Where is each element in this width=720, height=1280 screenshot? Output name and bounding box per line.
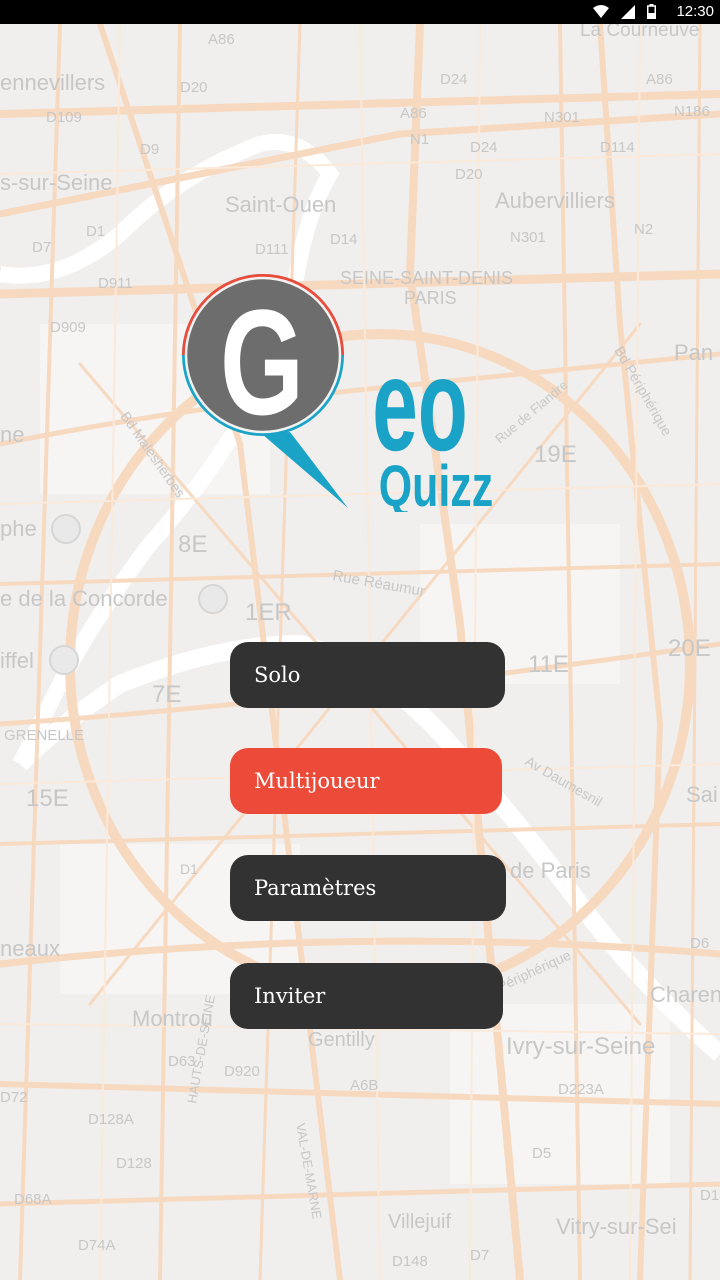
app-logo: G eo Quizz <box>180 272 500 519</box>
map-label: La Courneuve <box>580 24 699 41</box>
map-label: ennevillers <box>0 70 105 95</box>
map-label: N186 <box>674 103 710 120</box>
map-label: D109 <box>46 109 82 126</box>
map-label: iffel <box>0 648 34 673</box>
status-time: 12:30 <box>676 3 714 20</box>
invite-button-label: Inviter <box>254 984 326 1008</box>
map-label: 8E <box>178 531 207 558</box>
map-label: D920 <box>224 1063 260 1080</box>
status-icons <box>593 4 656 19</box>
map-label: Vitry-sur-Sei <box>556 1214 677 1239</box>
signal-icon <box>621 4 635 19</box>
map-label: 11E <box>528 651 569 678</box>
map-label: D68A <box>14 1191 52 1208</box>
map-label: D111 <box>255 241 289 258</box>
map-label: D9 <box>140 141 159 158</box>
map-label: D1 <box>180 861 198 877</box>
battery-icon <box>647 4 656 19</box>
solo-button[interactable]: Solo <box>230 642 505 708</box>
map-label: Sai <box>686 782 718 807</box>
map-label: Charen <box>650 982 720 1007</box>
map-label: D6 <box>690 935 709 952</box>
map-label: N301 <box>510 229 546 246</box>
map-label: GRENELLE <box>4 727 84 744</box>
map-label: N2 <box>634 221 653 238</box>
map-label: D1 <box>86 223 105 240</box>
map-label: D18 <box>700 1187 720 1204</box>
map-label: D7 <box>470 1247 489 1264</box>
map-label: e de la Concorde <box>0 586 168 611</box>
map-label: A86 <box>400 105 427 122</box>
invite-button[interactable]: Inviter <box>230 963 503 1029</box>
map-label: A6B <box>350 1077 378 1094</box>
map-label: s-sur-Seine <box>0 170 112 195</box>
map-label: D911 <box>98 275 133 292</box>
map-label: D5 <box>532 1145 551 1162</box>
map-label: D72 <box>0 1089 28 1106</box>
map-label: D20 <box>455 166 483 183</box>
map-label: D74A <box>78 1237 116 1254</box>
map-label: A86 <box>208 31 235 48</box>
map-label: N1 <box>410 131 429 148</box>
map-label: D20 <box>180 79 208 96</box>
map-label: phe <box>0 516 37 541</box>
map-label: D24 <box>470 139 498 156</box>
map-label: Gentilly <box>308 1029 375 1051</box>
wifi-icon <box>593 4 609 18</box>
map-label: D114 <box>600 139 635 156</box>
map-label: D24 <box>440 71 468 88</box>
map-label: ne <box>0 422 24 447</box>
map-label: D223A <box>558 1081 604 1098</box>
map-label: neaux <box>0 936 60 961</box>
map-label: Villejuif <box>388 1211 451 1233</box>
map-label: N301 <box>544 109 580 126</box>
map-label: Ivry-sur-Seine <box>506 1033 655 1060</box>
multiplayer-button-label: Multijoueur <box>254 769 380 793</box>
logo-subtitle: Quizz <box>379 454 493 512</box>
map-label: D128A <box>88 1111 134 1128</box>
settings-button[interactable]: Paramètres <box>230 855 506 921</box>
map-label: 1ER <box>245 599 292 626</box>
status-bar: 12:30 <box>0 0 720 24</box>
map-label: D909 <box>50 319 86 336</box>
map-label: 19E <box>534 441 577 468</box>
map-label: 20E <box>668 635 711 662</box>
map-label: Aubervilliers <box>495 188 615 213</box>
map-label: 15E <box>26 785 69 812</box>
map-label: A86 <box>646 71 673 88</box>
map-label: Saint-Ouen <box>225 192 336 217</box>
map-label: D7 <box>32 239 51 256</box>
solo-button-label: Solo <box>254 663 301 687</box>
map-label: D128 <box>116 1155 152 1172</box>
map-label: D148 <box>392 1253 428 1270</box>
map-label: 7E <box>152 681 181 708</box>
settings-button-label: Paramètres <box>254 876 377 900</box>
logo-letter: G <box>220 279 304 447</box>
map-label: de Paris <box>510 858 591 883</box>
map-label: D14 <box>330 231 358 248</box>
multiplayer-button[interactable]: Multijoueur <box>230 748 502 814</box>
map-label: Pan <box>674 340 713 365</box>
